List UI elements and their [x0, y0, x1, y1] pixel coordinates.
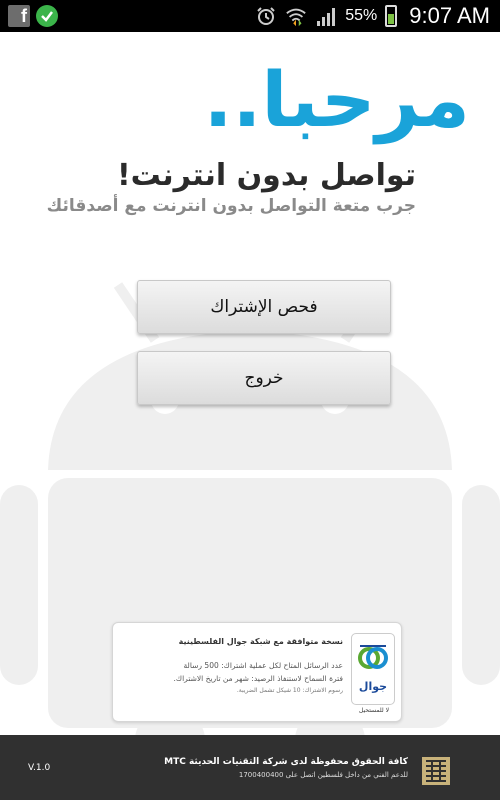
- jawwal-slogan: لا للمستحيل: [358, 707, 389, 714]
- subtagline: جرب متعة التواصل بدون انترنت مع أصدقائك: [46, 196, 416, 216]
- status-bar: f 55% 9:07 AM: [0, 0, 500, 32]
- card-title: نسخة متوافقة مع شبكة جوال الفلسطينية: [178, 637, 343, 646]
- exit-button[interactable]: خروج: [137, 351, 391, 405]
- version-label: V.1.0: [28, 763, 51, 773]
- check-icon: [36, 5, 58, 27]
- jawwal-rings-icon: [358, 645, 388, 669]
- card-line-messages: عدد الرسائل المتاح لكل عملية اشتراك: 500…: [183, 661, 343, 670]
- info-card: جوال لا للمستحيل نسخة متوافقة مع شبكة جو…: [112, 622, 402, 722]
- jawwal-logo: جوال: [351, 633, 395, 705]
- tagline: تواصل بدون انترنت!: [116, 158, 416, 193]
- footer-rights: كافة الحقوق محفوظة لدى شركة التقنيات الح…: [164, 757, 408, 767]
- clock: 9:07 AM: [409, 3, 490, 28]
- facebook-icon: f: [8, 5, 30, 27]
- mtc-logo-icon: [422, 757, 450, 785]
- signal-icon: [315, 5, 337, 27]
- check-subscription-button[interactable]: فحص الإشتراك: [137, 280, 391, 334]
- card-line-grace-period: فترة السماح لاستنفاذ الرصيد: شهر من تاري…: [173, 674, 343, 683]
- card-line-fee: رسوم الاشتراك: 10 شيكل تشمل الضريبة.: [236, 687, 343, 694]
- footer-support: للدعم الفني من داخل فلسطين اتصل على 1700…: [238, 771, 408, 779]
- wifi-icon: [285, 5, 307, 27]
- jawwal-wordmark: جوال: [358, 680, 388, 693]
- battery-icon: [385, 5, 398, 27]
- battery-percent: 55%: [345, 7, 378, 24]
- welcome-heading: مرحبا..: [203, 55, 472, 144]
- footer: V.1.0 كافة الحقوق محفوظة لدى شركة التقني…: [0, 735, 500, 800]
- alarm-icon: [255, 5, 277, 27]
